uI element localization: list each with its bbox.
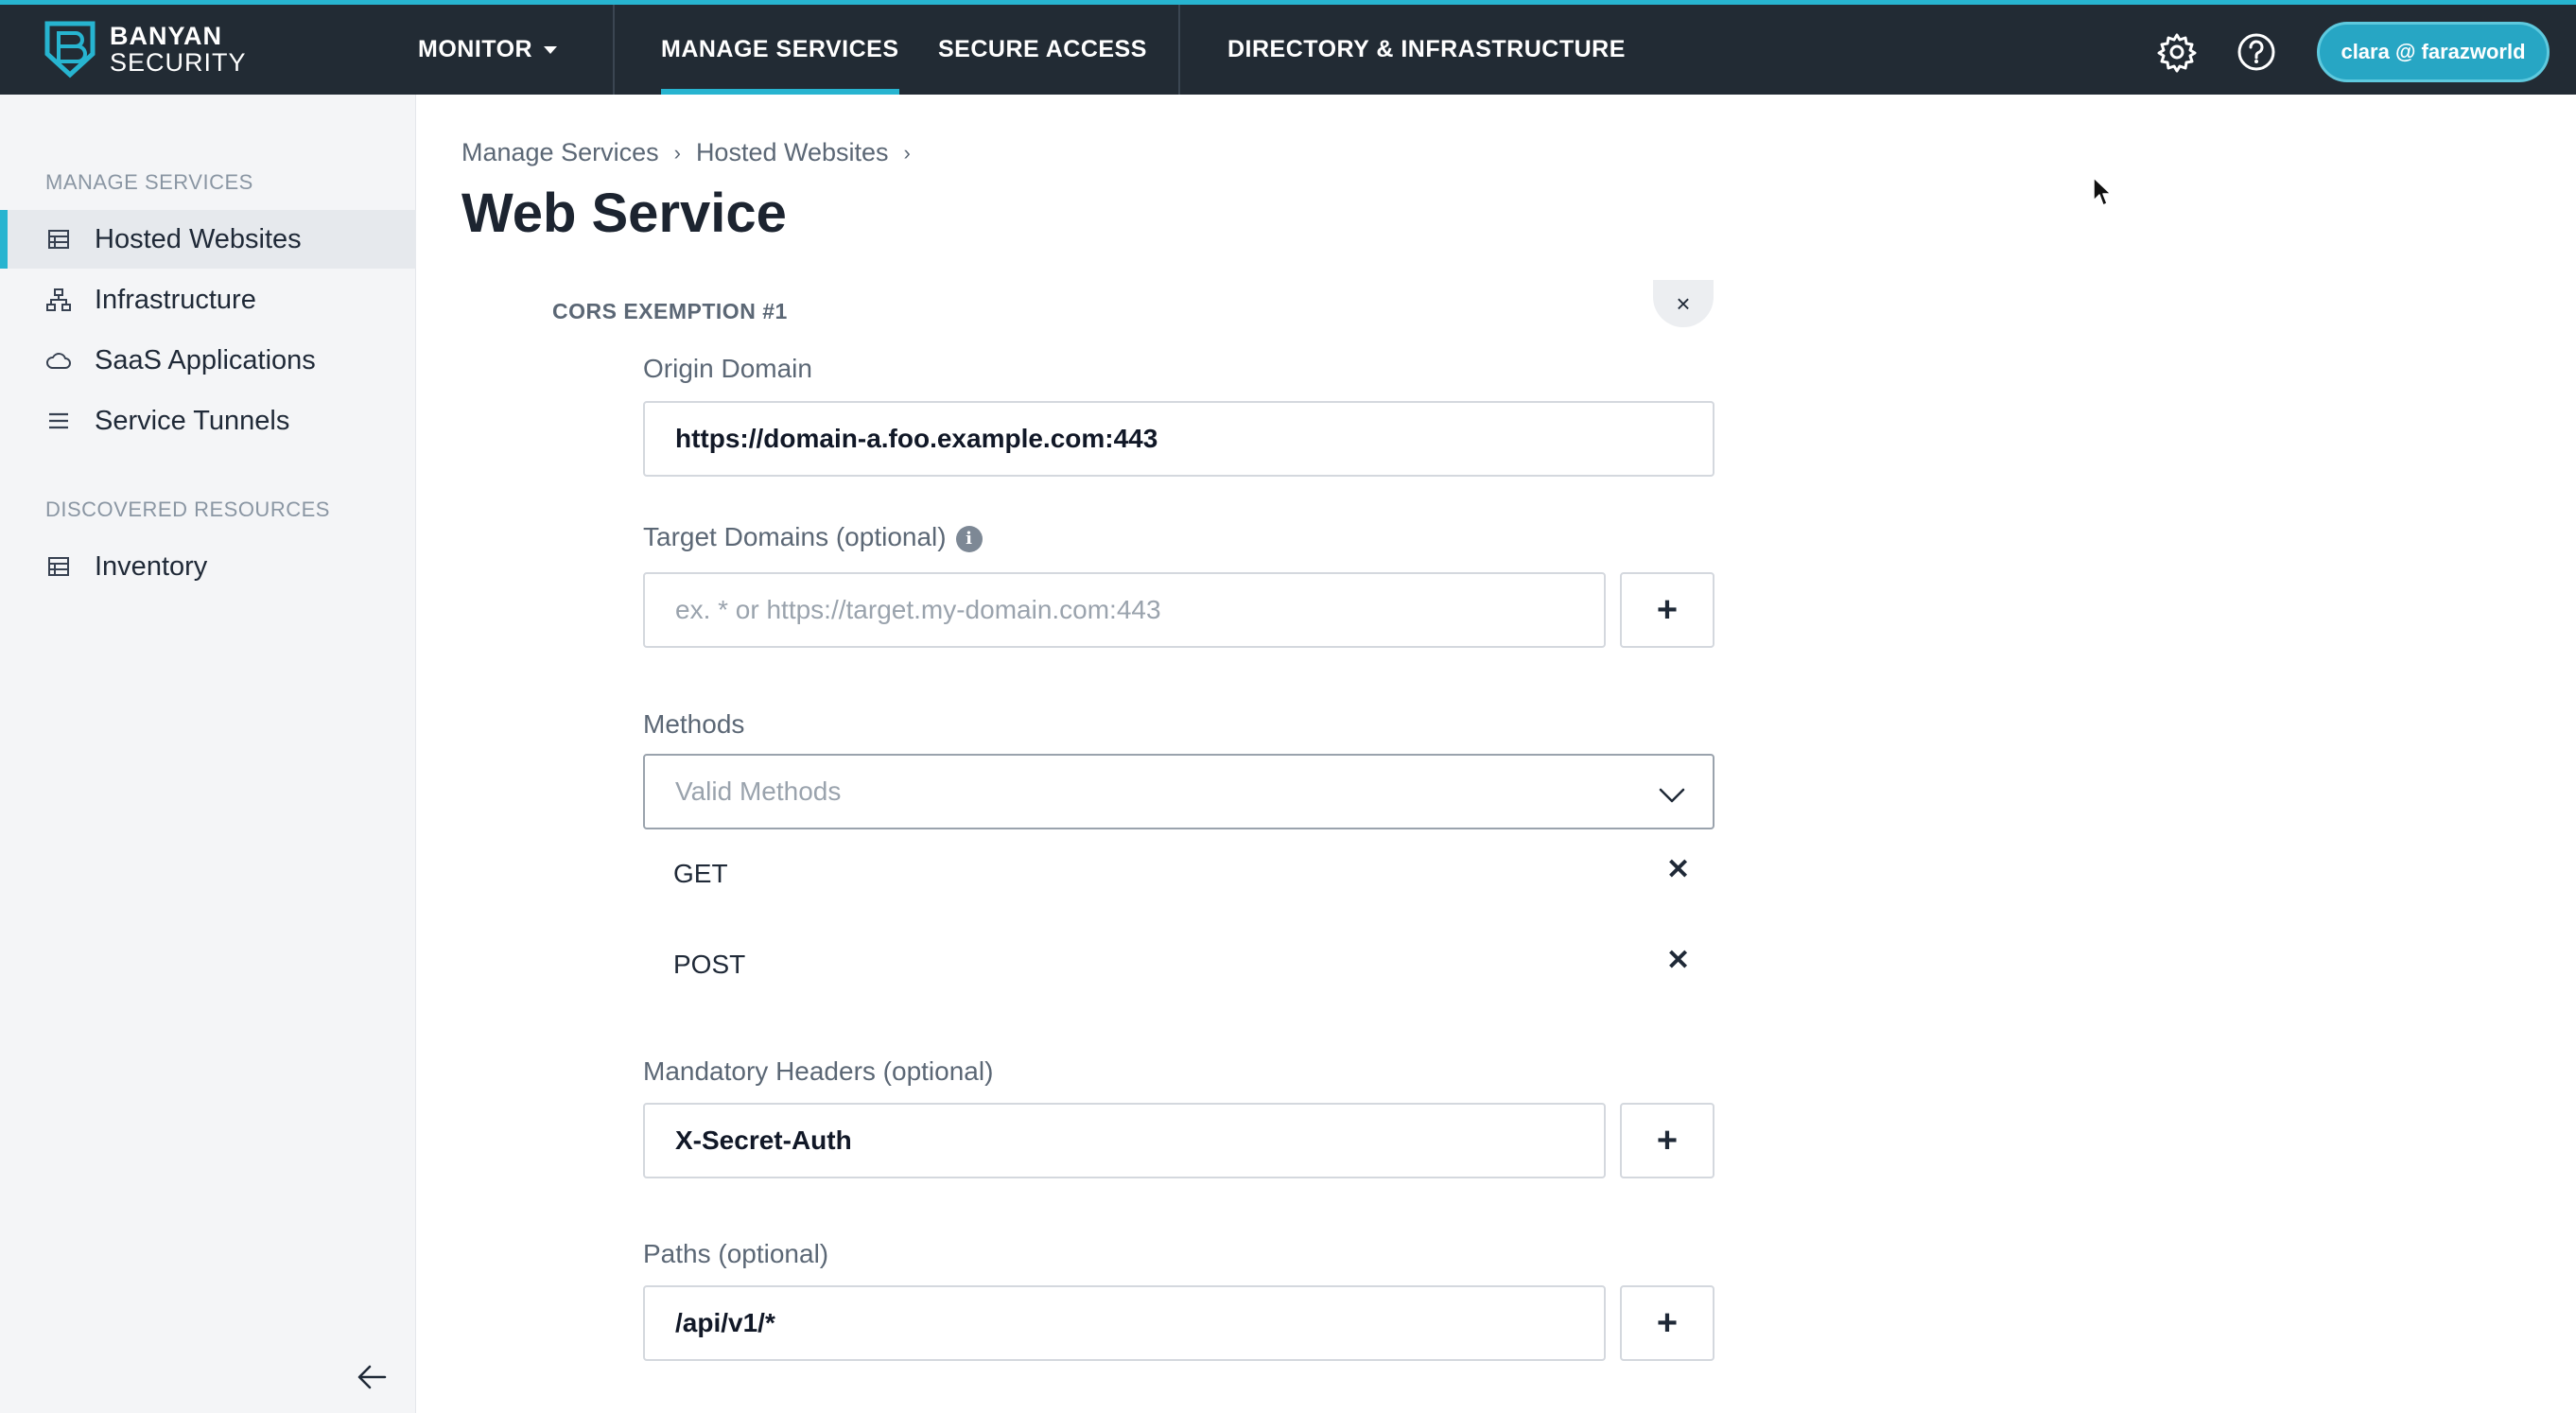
banyan-shield-icon [44,21,96,78]
breadcrumb-hosted-websites[interactable]: Hosted Websites [696,138,889,167]
sidebar-heading-manage-services: MANAGE SERVICES [45,170,253,194]
caret-down-icon [544,45,558,54]
remove-method-icon[interactable]: ✕ [1666,853,1690,886]
mouse-pointer-icon [2092,176,2115,208]
chevron-right-icon: › [903,140,911,165]
sidebar-item-saas-applications[interactable]: SaaS Applications [0,331,416,390]
target-domains-input[interactable]: ex. * or https://target.my-domain.com:44… [643,572,1606,648]
active-tab-indicator [661,89,899,95]
top-navigation-bar: BANYAN SECURITY MONITOR MANAGE SERVICES … [0,0,2576,95]
nav-secure-access-label: SECURE ACCESS [938,36,1147,62]
mandatory-headers-value: X-Secret-Auth [675,1125,852,1155]
nav-monitor-label: MONITOR [418,36,533,62]
sidebar-item-label: Service Tunnels [95,406,290,436]
method-name: GET [673,859,728,888]
nav-divider [613,5,615,95]
table-icon [45,226,72,253]
methods-select[interactable]: Valid Methods [643,754,1714,829]
network-icon [45,287,72,313]
banyan-logo[interactable]: BANYAN SECURITY [42,20,247,78]
nav-secure-access[interactable]: SECURE ACCESS [938,5,1147,95]
origin-domain-value: https://domain-a.foo.example.com:443 [675,424,1158,453]
origin-domain-label: Origin Domain [643,354,812,383]
method-name: POST [673,950,746,979]
paths-input[interactable]: /api/v1/* [643,1285,1606,1361]
brand-line-2: SECURITY [110,48,247,77]
info-icon[interactable]: i [955,525,983,552]
paths-label: Paths (optional) [643,1239,829,1268]
collapse-sidebar-arrow-icon[interactable] [353,1358,391,1396]
nav-directory-infrastructure[interactable]: DIRECTORY & INFRASTRUCTURE [1227,5,1626,95]
page-title: Web Service [461,183,787,244]
sidebar-item-hosted-websites[interactable]: Hosted Websites [0,210,416,269]
nav-divider [1178,5,1180,95]
list-icon [45,408,72,434]
help-circle-icon[interactable] [2236,31,2277,73]
target-domains-label-text: Target Domains (optional) [643,522,947,551]
paths-value: /api/v1/* [675,1308,775,1337]
brand-name: BANYAN SECURITY [110,23,247,76]
sidebar-item-label: SaaS Applications [95,345,316,375]
cors-exemption-title: CORS EXEMPTION #1 [552,299,788,323]
breadcrumb-manage-services[interactable]: Manage Services [461,138,659,167]
sidebar-item-infrastructure[interactable]: Infrastructure [0,270,416,329]
mandatory-headers-label: Mandatory Headers (optional) [643,1056,994,1086]
sidebar-item-label: Hosted Websites [95,224,302,254]
add-target-domain-button[interactable]: + [1620,572,1714,648]
target-domains-placeholder: ex. * or https://target.my-domain.com:44… [675,595,1161,624]
nav-directory-label: DIRECTORY & INFRASTRUCTURE [1227,36,1626,62]
breadcrumb: Manage Services › Hosted Websites › [461,138,926,167]
remove-exemption-button[interactable]: × [1653,280,1714,327]
sidebar: MANAGE SERVICES Hosted Websites Infrastr… [0,95,416,1413]
nav-manage-services-label: MANAGE SERVICES [661,36,899,62]
target-domains-label: Target Domains (optional) i [643,522,983,552]
sidebar-item-label: Infrastructure [95,285,256,315]
nav-manage-services[interactable]: MANAGE SERVICES [661,5,899,95]
user-account-button[interactable]: clara @ farazworld [2317,22,2550,82]
selected-method-item: POST ✕ [643,923,1714,1008]
methods-placeholder: Valid Methods [675,776,842,806]
mandatory-headers-input[interactable]: X-Secret-Auth [643,1103,1606,1178]
nav-monitor[interactable]: MONITOR [418,5,558,95]
selected-method-item: GET ✕ [643,832,1714,917]
add-header-button[interactable]: + [1620,1103,1714,1178]
origin-domain-input[interactable]: https://domain-a.foo.example.com:443 [643,401,1714,477]
sidebar-item-service-tunnels[interactable]: Service Tunnels [0,392,416,450]
gear-icon[interactable] [2156,31,2198,73]
remove-method-icon[interactable]: ✕ [1666,944,1690,977]
sidebar-item-label: Inventory [95,551,208,582]
chevron-right-icon: › [673,140,681,165]
cloud-icon [45,347,72,374]
table-icon [45,553,72,580]
add-path-button[interactable]: + [1620,1285,1714,1361]
sidebar-heading-discovered-resources: DISCOVERED RESOURCES [45,497,330,521]
sidebar-item-inventory[interactable]: Inventory [0,537,416,596]
methods-label: Methods [643,709,745,739]
chevron-down-icon [1658,782,1686,803]
brand-line-1: BANYAN [110,22,223,50]
